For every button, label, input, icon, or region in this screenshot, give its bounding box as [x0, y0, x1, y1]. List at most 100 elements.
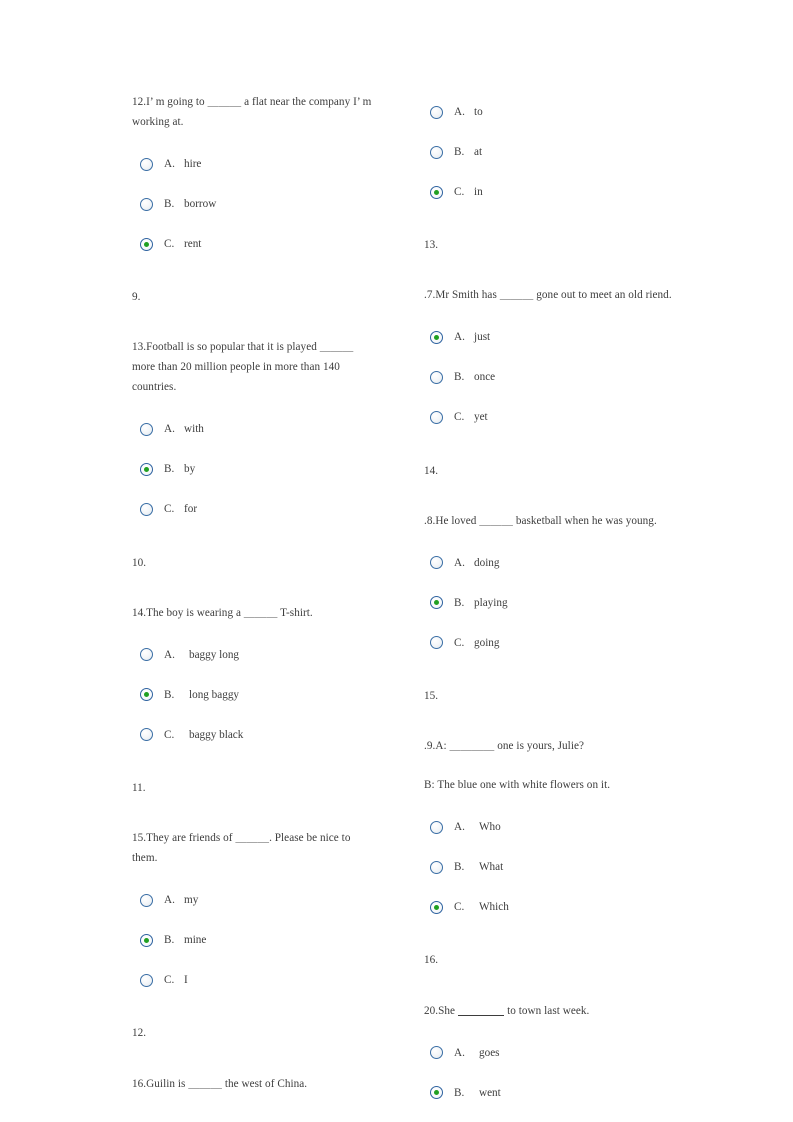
option-letter: A.	[454, 106, 465, 118]
radio-icon[interactable]	[430, 1086, 443, 1099]
option-label: What	[479, 861, 504, 874]
option-row[interactable]: B. once	[424, 357, 674, 397]
option-label: baggy long	[189, 648, 240, 661]
option-label: I	[184, 974, 188, 987]
radio-icon[interactable]	[140, 422, 153, 436]
option-letter: A.	[164, 648, 175, 661]
radio-icon[interactable]	[430, 330, 443, 344]
option-letter: A.	[164, 894, 175, 907]
radio-icon[interactable]	[430, 410, 443, 424]
radio-icon[interactable]	[430, 185, 443, 199]
quiz-page: 12.I’ m going to ＿＿＿ a flat near the com…	[0, 0, 793, 1122]
question-text-19-line-a: .9.A: ＿＿＿＿ one is yours, Julie?	[424, 740, 585, 753]
option-label: doing	[474, 556, 500, 569]
radio-icon[interactable]	[430, 105, 443, 119]
option-row[interactable]: C. in	[424, 172, 674, 212]
option-row[interactable]: C. rent	[132, 224, 372, 264]
question-text-16: 16.Guilin is ＿＿＿ the west of China.	[132, 1077, 308, 1090]
question-block-12: 12.I’ m going to ＿＿＿ a flat near the com…	[132, 92, 372, 264]
left-column: 12.I’ m going to ＿＿＿ a flat near the com…	[132, 92, 372, 1094]
option-row[interactable]: C. for	[132, 489, 372, 529]
option-row[interactable]: B. mine	[132, 920, 372, 960]
section-marker-11: 11.	[132, 781, 146, 794]
option-row[interactable]: C. I	[132, 960, 372, 1000]
question-block-17: .7.Mr Smith has ＿＿＿ gone out to meet an …	[424, 285, 674, 437]
option-row[interactable]: C. going	[424, 623, 674, 663]
section-marker-10: 10.	[132, 556, 146, 569]
option-row[interactable]: B. by	[132, 449, 372, 489]
section-marker-12: 12.	[132, 1027, 146, 1040]
option-row[interactable]: C. Which	[424, 887, 674, 927]
radio-icon[interactable]	[140, 157, 153, 171]
radio-icon[interactable]	[430, 1046, 443, 1059]
option-row[interactable]: B. long baggy	[132, 675, 372, 715]
option-row[interactable]: A. to	[424, 92, 674, 132]
section-marker-16: 16.	[424, 954, 438, 967]
option-row[interactable]: A. with	[132, 409, 372, 449]
option-letter: A.	[454, 556, 465, 569]
radio-icon[interactable]	[430, 636, 443, 650]
option-letter: B.	[454, 596, 465, 609]
option-row[interactable]: A. doing	[424, 543, 674, 583]
radio-icon[interactable]	[430, 900, 443, 914]
question-block-14: 14.The boy is wearing a ＿＿＿ T-shirt. A. …	[132, 603, 372, 755]
radio-icon[interactable]	[140, 197, 153, 211]
option-letter: A.	[164, 158, 175, 170]
radio-icon[interactable]	[430, 556, 443, 570]
fill-in-blank	[458, 1014, 505, 1016]
question-block-16: 16.Guilin is ＿＿＿ the west of China.	[132, 1074, 372, 1094]
option-row[interactable]: A. Who	[424, 807, 674, 847]
radio-icon[interactable]	[430, 145, 443, 159]
option-row[interactable]: B. playing	[424, 583, 674, 623]
radio-icon[interactable]	[140, 973, 153, 987]
option-label: playing	[474, 596, 508, 609]
option-letter: B.	[164, 198, 175, 210]
option-label: baggy black	[189, 728, 244, 741]
radio-icon[interactable]	[140, 237, 153, 251]
radio-icon[interactable]	[430, 860, 443, 874]
option-label: goes	[479, 1046, 500, 1059]
option-label: by	[184, 463, 196, 476]
option-row[interactable]: B. What	[424, 847, 674, 887]
option-row[interactable]: C. baggy black	[132, 715, 372, 755]
option-letter: C.	[454, 901, 465, 914]
radio-icon[interactable]	[140, 688, 153, 702]
option-letter: B.	[164, 688, 175, 701]
radio-icon[interactable]	[140, 648, 153, 662]
option-label: mine	[184, 934, 207, 947]
option-row[interactable]: B. borrow	[132, 184, 372, 224]
radio-icon[interactable]	[430, 370, 443, 384]
option-row[interactable]: B. went	[424, 1073, 674, 1113]
question-block-20: 20.She to town last week. A. goes B. went	[424, 1001, 674, 1113]
option-letter: B.	[164, 463, 175, 476]
option-label: yet	[474, 411, 488, 424]
option-letter: C.	[164, 238, 175, 250]
radio-icon[interactable]	[140, 462, 153, 476]
option-letter: A.	[454, 1046, 465, 1059]
option-letter: B.	[454, 146, 465, 158]
question-text-20: 20.She to town last week.	[424, 1001, 674, 1021]
radio-icon[interactable]	[140, 502, 153, 516]
option-row[interactable]: A. my	[132, 880, 372, 920]
option-letter: C.	[454, 411, 465, 424]
question-text-19-line-b: B: The blue one with white flowers on it…	[424, 779, 611, 792]
question-block-carryover: A. to B. at C. in	[424, 92, 674, 212]
option-label: just	[474, 331, 491, 344]
radio-icon[interactable]	[430, 820, 443, 834]
radio-icon[interactable]	[140, 933, 153, 947]
question-text-18: .8.He loved ＿＿＿ basketball when he was y…	[424, 514, 657, 527]
option-row[interactable]: A. baggy long	[132, 635, 372, 675]
option-row[interactable]: A. just	[424, 317, 674, 357]
radio-icon[interactable]	[140, 893, 153, 907]
option-letter: B.	[164, 934, 175, 947]
option-row[interactable]: A. goes	[424, 1033, 674, 1073]
question-block-15: 15.They are friends of ＿＿＿. Please be ni…	[132, 828, 372, 1000]
option-letter: C.	[164, 503, 175, 516]
option-row[interactable]: C. yet	[424, 397, 674, 437]
option-row[interactable]: A. hire	[132, 144, 372, 184]
question-text-15: 15.They are friends of ＿＿＿. Please be ni…	[132, 832, 351, 865]
radio-icon[interactable]	[430, 596, 443, 610]
option-letter: C.	[454, 636, 465, 649]
option-row[interactable]: B. at	[424, 132, 674, 172]
radio-icon[interactable]	[140, 728, 153, 742]
